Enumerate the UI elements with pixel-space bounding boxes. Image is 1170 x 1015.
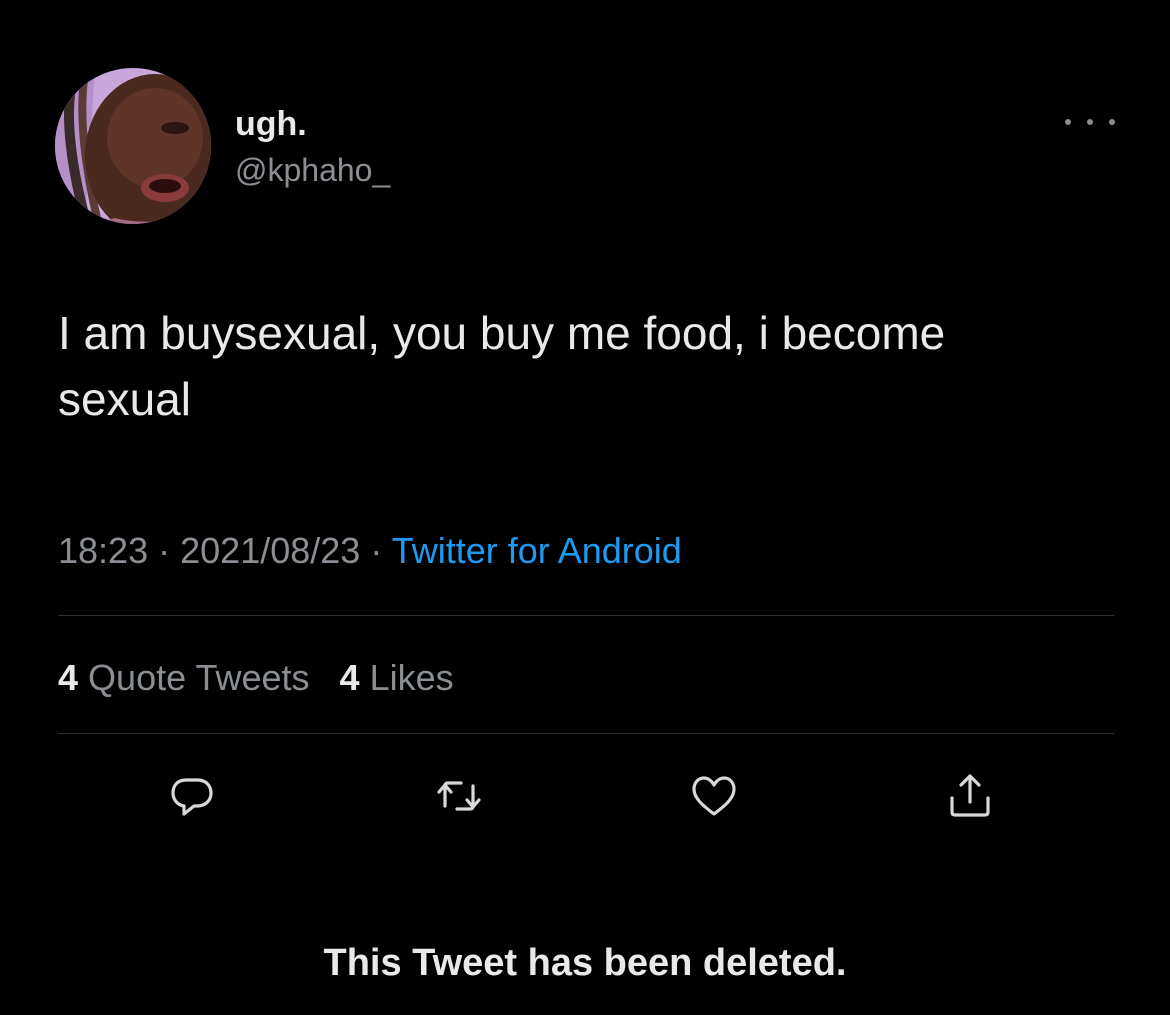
user-handle[interactable]: @kphaho_ [235,150,390,190]
divider [58,733,1114,734]
tweet-detail: ugh. @kphaho_ I am buysexual, you buy me… [0,0,1170,1015]
quote-label: Quote Tweets [88,657,310,698]
tweet-meta: 18:23 · 2021/08/23 · Twitter for Android [58,528,682,574]
tweet-header: ugh. @kphaho_ [55,68,1115,228]
avatar-photo [55,68,211,224]
meta-separator: · [158,530,171,571]
divider [58,615,1114,616]
tweet-time[interactable]: 18:23 [58,530,148,571]
tweet-source-link[interactable]: Twitter for Android [392,530,682,571]
quote-count: 4 [58,657,79,698]
more-dot [1087,119,1093,125]
tweet-stats: 4 Quote Tweets 4 Likes [58,655,474,701]
more-dot [1065,119,1071,125]
tweet-date[interactable]: 2021/08/23 [180,530,360,571]
like-count: 4 [339,657,360,698]
meta-separator: · [370,530,383,571]
like-label: Likes [369,657,454,698]
heart-icon[interactable] [686,768,742,824]
user-names: ugh. @kphaho_ [235,104,390,190]
retweet-icon[interactable] [431,768,487,824]
share-icon[interactable] [942,768,998,824]
display-name[interactable]: ugh. [235,104,390,144]
avatar[interactable] [55,68,211,224]
reply-icon[interactable] [164,768,220,824]
tweet-actions [0,768,1170,828]
more-horizontal-icon[interactable] [1065,112,1115,132]
more-dot [1109,119,1115,125]
quote-tweets-link[interactable]: 4 Quote Tweets [58,657,310,698]
tweet-text: I am buysexual, you buy me food, i becom… [58,307,946,425]
deleted-notice: This Tweet has been deleted. [323,942,847,984]
likes-link[interactable]: 4 Likes [340,657,454,698]
